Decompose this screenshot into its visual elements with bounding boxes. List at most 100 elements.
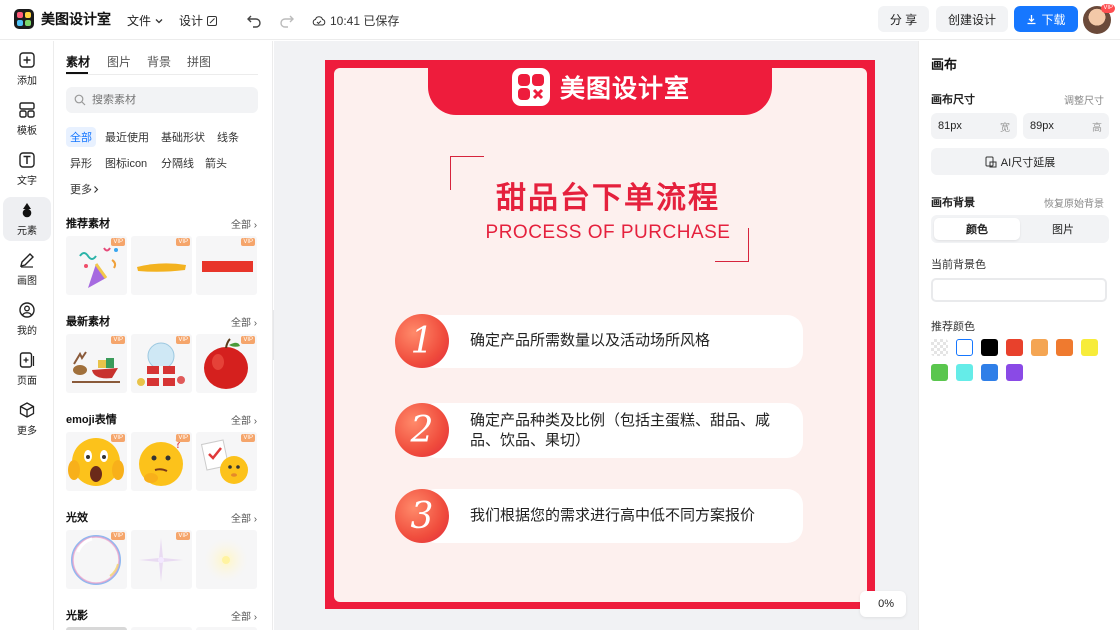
tab-collage[interactable]: 拼图: [187, 53, 211, 70]
chevron-right-icon: [94, 185, 99, 193]
rail-label: 更多: [17, 426, 37, 437]
left-rail: 添加 模板 文字 元素 画图 我的 页面 更多: [0, 41, 54, 630]
ai-extend-label: AI尺寸延展: [1000, 156, 1056, 169]
chip-more[interactable]: 更多: [66, 179, 104, 199]
color-swatch[interactable]: [956, 339, 973, 356]
section-all-link[interactable]: 全部 ›: [231, 314, 257, 329]
adjust-size-link[interactable]: 调整尺寸: [1064, 92, 1104, 107]
color-swatch[interactable]: [981, 339, 998, 356]
chip-icons[interactable]: 图标icon: [101, 153, 151, 173]
bg-tab-image[interactable]: 图片: [1020, 218, 1106, 240]
chip-recent[interactable]: 最近使用: [101, 127, 153, 147]
color-swatch[interactable]: [931, 364, 948, 381]
color-swatch[interactable]: [931, 339, 948, 356]
section-title-light-effects: 光效: [66, 512, 88, 524]
restore-bg-link[interactable]: 恢复原始背景: [1044, 195, 1104, 210]
tab-backgrounds[interactable]: 背景: [147, 53, 171, 70]
material-red-bar[interactable]: VIP: [196, 236, 257, 295]
chip-all[interactable]: 全部: [66, 127, 96, 147]
save-status: 10:41 已保存: [312, 12, 399, 29]
redo-icon[interactable]: [278, 11, 296, 29]
height-value: 89px: [1030, 120, 1054, 132]
ai-extend-button[interactable]: AI尺寸延展: [931, 148, 1109, 175]
poster-title[interactable]: 甜品台下单流程: [462, 173, 754, 217]
share-button[interactable]: 分 享: [878, 6, 929, 32]
app-logo-icon: [14, 9, 34, 29]
step-3-text[interactable]: 我们根据您的需求进行高中低不同方案报价: [470, 506, 790, 526]
ai-resize-icon: [985, 156, 997, 167]
color-swatch[interactable]: [981, 364, 998, 381]
color-swatch[interactable]: [956, 364, 973, 381]
width-field[interactable]: 81px 宽: [931, 113, 1017, 139]
color-swatch[interactable]: [1006, 364, 1023, 381]
design-menu[interactable]: 设计: [179, 12, 218, 29]
section-title-recommended: 推荐素材: [66, 218, 110, 230]
undo-icon[interactable]: [245, 11, 263, 29]
brand-logo-icon: [512, 68, 550, 106]
rail-item-draw[interactable]: 画图: [3, 247, 51, 291]
search-input[interactable]: [92, 94, 242, 106]
avatar-vip-badge: VIP: [1101, 4, 1115, 13]
material-glow[interactable]: [196, 530, 257, 589]
section-all-link[interactable]: 全部 ›: [231, 216, 257, 231]
create-design-button[interactable]: 创建设计: [936, 6, 1008, 32]
material-sparkle[interactable]: VIP: [131, 530, 192, 589]
page-add-icon: [19, 352, 35, 368]
material-party-popper[interactable]: VIP: [66, 236, 127, 295]
section-all-link[interactable]: 全部 ›: [231, 412, 257, 427]
download-button[interactable]: 下载: [1014, 6, 1078, 32]
chip-dividers[interactable]: 分隔线: [157, 153, 198, 173]
vip-badge: VIP: [176, 238, 190, 246]
emoji-screaming[interactable]: VIP: [66, 432, 127, 491]
canvas-size-label: 画布尺寸: [931, 94, 975, 106]
search-icon: [74, 94, 86, 106]
color-swatch[interactable]: [1031, 339, 1048, 356]
poster-brand[interactable]: 美图设计室: [512, 68, 690, 106]
vip-badge: VIP: [241, 434, 255, 442]
bg-tab-color[interactable]: 颜色: [934, 218, 1020, 240]
emoji-checklist[interactable]: VIP: [196, 432, 257, 491]
tab-materials[interactable]: 素材: [66, 53, 90, 70]
rail-item-template[interactable]: 模板: [3, 97, 51, 141]
user-avatar[interactable]: VIP: [1083, 4, 1115, 34]
vip-badge: VIP: [176, 532, 190, 540]
rail-item-page[interactable]: 页面: [3, 347, 51, 391]
step-1-text[interactable]: 确定产品所需数量以及活动场所风格: [470, 331, 790, 351]
material-sleigh[interactable]: VIP: [66, 334, 127, 393]
material-snow-globe-gift[interactable]: VIP: [131, 334, 192, 393]
current-bg-color[interactable]: [931, 278, 1107, 302]
color-swatch[interactable]: [1056, 339, 1073, 356]
canvas-bg-label: 画布背景: [931, 197, 975, 209]
tab-images[interactable]: 图片: [107, 53, 131, 70]
material-bubble[interactable]: VIP: [66, 530, 127, 589]
chip-irregular[interactable]: 异形: [66, 153, 96, 173]
material-red-apple[interactable]: VIP: [196, 334, 257, 393]
chip-basic-shapes[interactable]: 基础形状: [157, 127, 209, 147]
section-all-link[interactable]: 全部 ›: [231, 608, 257, 623]
chip-arrows[interactable]: 箭头: [201, 153, 231, 173]
rail-item-add[interactable]: 添加: [3, 47, 51, 91]
app-logo[interactable]: 美图设计室: [14, 9, 111, 29]
poster-subtitle[interactable]: PROCESS OF PURCHASE: [462, 222, 754, 244]
search-box[interactable]: [66, 87, 258, 113]
color-swatch[interactable]: [1006, 339, 1023, 356]
section-all-link[interactable]: 全部 ›: [231, 510, 257, 525]
height-field[interactable]: 89px 高: [1023, 113, 1109, 139]
top-bar: 美图设计室 文件 设计 10:41 已保存 分 享 创建设计 下载 VIP: [0, 0, 1120, 40]
design-menu-label: 设计: [179, 14, 204, 28]
rail-item-text[interactable]: 文字: [3, 147, 51, 191]
rail-item-mine[interactable]: 我的: [3, 297, 51, 341]
chip-lines[interactable]: 线条: [213, 127, 243, 147]
rail-item-more[interactable]: 更多: [3, 397, 51, 441]
step-2-text[interactable]: 确定产品种类及比例（包括主蛋糕、甜品、咸品、饮品、果切）: [470, 411, 790, 451]
material-yellow-stroke[interactable]: VIP: [131, 236, 192, 295]
file-menu[interactable]: 文件: [127, 12, 164, 29]
zoom-control[interactable]: 0%: [860, 591, 906, 617]
rail-label: 元素: [17, 226, 37, 237]
section-title-latest: 最新素材: [66, 316, 110, 328]
emoji-thinking[interactable]: VIP ?: [131, 432, 192, 491]
text-icon: [19, 152, 35, 168]
color-swatch[interactable]: [1081, 339, 1098, 356]
cube-icon: [19, 402, 35, 418]
rail-item-elements[interactable]: 元素: [3, 197, 51, 241]
